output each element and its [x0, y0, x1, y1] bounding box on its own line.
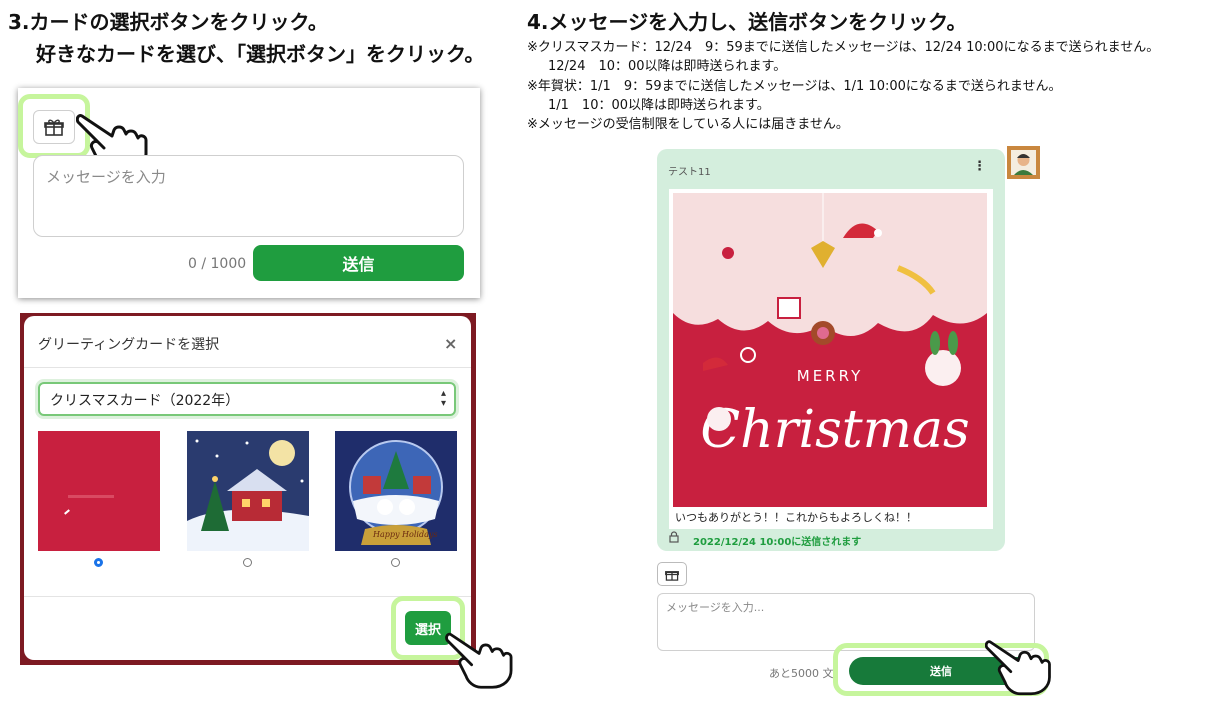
step4-title: 4.メッセージを入力し、送信ボタンをクリック。: [527, 10, 967, 34]
globe-caption: Happy Holidays: [373, 530, 438, 539]
scheduled-send-text: 2022/12/24 10:00に送信されます: [693, 537, 862, 548]
select-value: クリスマスカード（2022年）: [50, 393, 240, 409]
christmas-card: MERRY Christmas いつもありがとう！！これからもよろしくね！！: [669, 189, 993, 529]
greeting-card-modal: グリーティングカードを選択 × クリスマスカード（2022年） ▴ ▾ Happ…: [24, 316, 471, 660]
close-icon[interactable]: ×: [444, 334, 457, 353]
composer-panel: メッセージを入力 0 / 1000 送信: [18, 88, 480, 298]
card-radio-2[interactable]: [243, 558, 252, 567]
gift-icon: [665, 570, 679, 581]
divider: [24, 367, 471, 368]
card-thumb-red[interactable]: [38, 431, 160, 551]
modal-title: グリーティングカードを選択: [38, 337, 220, 353]
avatar-image: [1007, 146, 1040, 179]
note-line: ※クリスマスカード：12/24 9：59までに送信したメッセージは、12/24 …: [527, 40, 1160, 55]
pointer-hand-icon: [445, 632, 513, 689]
avatar[interactable]: [1007, 146, 1040, 179]
gift-card-button[interactable]: [657, 562, 687, 586]
char-counter: 0 / 1000: [188, 256, 247, 272]
gift-card-button[interactable]: [33, 110, 75, 144]
card-christmas-text: Christmas: [700, 400, 969, 460]
step3-subtitle: 好きなカードを選び、「選択ボタン」をクリック。: [36, 42, 485, 66]
card-thumb-snow-house[interactable]: [187, 431, 309, 551]
select-arrows-icon: ▴ ▾: [440, 388, 446, 409]
send-button[interactable]: 送信: [253, 245, 464, 281]
card-type-select[interactable]: クリスマスカード（2022年） ▴ ▾: [38, 382, 456, 416]
char-counter: あと5000 文: [769, 667, 834, 680]
card-merry-text: MERRY: [797, 367, 863, 385]
gift-icon: [44, 119, 64, 136]
card-radio-3[interactable]: [391, 558, 400, 567]
lock-icon: [669, 531, 679, 543]
message-input[interactable]: メッセージを入力: [33, 155, 464, 237]
more-menu-icon[interactable]: ⋮: [973, 159, 986, 174]
chat-message-bubble: テスト11 ⋮ MERRY Christmas いつもありがとう！！これからもよ…: [657, 149, 1005, 551]
christmas-card-image: MERRY Christmas: [673, 193, 987, 507]
note-line: ※年賀状：1/1 9：59までに送信したメッセージは、1/1 10:00になるま…: [527, 79, 1062, 94]
note-line: 12/24 10：00以降は即時送られます。: [548, 59, 787, 74]
card-thumb-snow-globe[interactable]: Happy Holidays: [335, 431, 457, 551]
card-mark: [64, 509, 70, 515]
snow-house-illustration: [187, 431, 309, 551]
pointer-hand-icon: [985, 640, 1051, 696]
card-message-text: いつもありがとう！！これからもよろしくね！！: [675, 511, 917, 524]
sender-name: テスト11: [668, 167, 711, 178]
note-line: 1/1 10：00以降は即時送られます。: [548, 98, 770, 113]
card-text: [68, 495, 114, 498]
card-radio-1[interactable]: [94, 558, 103, 567]
step3-title: 3.カードの選択ボタンをクリック。: [8, 10, 328, 34]
note-line: ※メッセージの受信制限をしている人には届きません。: [527, 117, 849, 132]
